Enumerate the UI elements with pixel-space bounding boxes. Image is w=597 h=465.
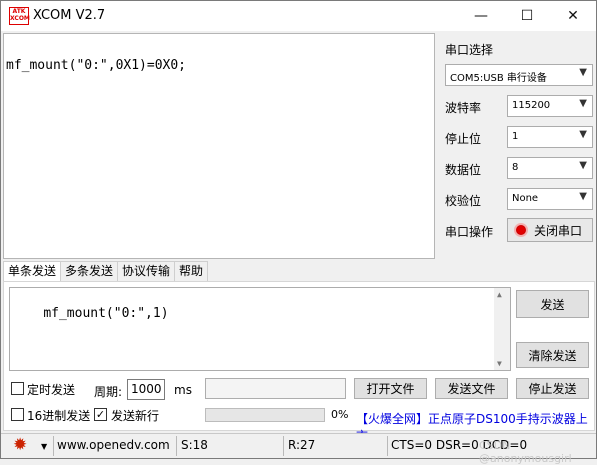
chevron-down-icon: ▼ [579, 67, 587, 78]
divider [283, 436, 284, 456]
stop-bits-label: 停止位 [445, 132, 482, 146]
maximize-button[interactable]: ☐ [504, 1, 550, 31]
send-button[interactable]: 发送 [516, 290, 589, 318]
send-progress-bar [205, 408, 325, 422]
divider [176, 436, 177, 456]
port-select[interactable]: COM5:USB 串行设备 ▼ [445, 64, 593, 86]
hex-send-label: 16进制发送 [27, 409, 91, 423]
newline-label: 发送新行 [111, 409, 160, 423]
port-select-value: COM5:USB 串行设备 [450, 73, 547, 84]
chevron-down-icon: ▼ [579, 98, 587, 109]
tab-single-send[interactable]: 单条发送 [3, 261, 62, 282]
newline-checkbox[interactable]: ✓ [94, 408, 107, 421]
port-op-label: 串口操作 [445, 225, 494, 239]
baud-label: 波特率 [445, 101, 482, 115]
received-count: R:27 [288, 438, 316, 452]
send-text: mf_mount("0:",1) [43, 306, 169, 321]
send-tabs: 单条发送 多条发送 协议传输 帮助 [3, 261, 209, 282]
clear-send-button[interactable]: 清除发送 [516, 342, 589, 368]
close-port-button[interactable]: 关闭串口 [507, 218, 593, 242]
chevron-down-icon: ▼ [579, 191, 587, 202]
sent-count: S:18 [181, 438, 208, 452]
watermark: CSDN @anonymousgirl [479, 439, 572, 465]
website-link[interactable]: www.openedv.com [57, 438, 170, 452]
stop-send-button[interactable]: 停止发送 [516, 378, 589, 399]
logo-text-bottom: XCOM [10, 15, 30, 22]
receive-area[interactable]: mf_mount("0:",0X1)=0X0; [3, 33, 435, 259]
period-unit: ms [174, 383, 192, 397]
period-label: 周期: [94, 385, 123, 399]
baud-select[interactable]: 115200 ▼ [507, 95, 593, 117]
parity-label: 校验位 [445, 194, 482, 208]
logo-text-top: ATK [12, 8, 26, 15]
port-status-icon [514, 223, 528, 237]
minimize-button[interactable]: — [458, 1, 504, 31]
data-bits-label: 数据位 [445, 163, 482, 177]
scroll-up-icon[interactable]: ▲ [497, 290, 502, 299]
send-file-button[interactable]: 发送文件 [435, 378, 508, 399]
title-bar: ATK XCOM XCOM V2.7 — ☐ ✕ [1, 1, 596, 31]
divider [53, 436, 54, 456]
parity-value: None [512, 193, 539, 204]
port-select-label: 串口选择 [445, 43, 494, 57]
window-title: XCOM V2.7 [33, 8, 106, 23]
chevron-down-icon: ▼ [579, 160, 587, 171]
xcom-window: ATK XCOM XCOM V2.7 — ☐ ✕ mf_mount("0:",0… [0, 0, 597, 465]
progress-text: 0% [331, 408, 349, 421]
stop-bits-value: 1 [512, 131, 519, 142]
data-bits-select[interactable]: 8 ▼ [507, 157, 593, 179]
close-window-button[interactable]: ✕ [550, 1, 596, 31]
baud-value: 115200 [512, 100, 551, 111]
gear-icon[interactable]: ✹ [13, 435, 27, 455]
hex-send-checkbox[interactable] [11, 408, 24, 421]
tab-protocol[interactable]: 协议传输 [117, 261, 176, 281]
checkmark-icon: ✓ [95, 408, 106, 421]
divider [387, 436, 388, 456]
timed-send-checkbox[interactable] [11, 382, 24, 395]
send-input[interactable]: mf_mount("0:",1) ▲ ▼ [9, 287, 511, 371]
app-logo-icon: ATK XCOM [9, 7, 30, 25]
open-file-button[interactable]: 打开文件 [354, 378, 427, 399]
file-path-field[interactable] [205, 378, 346, 399]
close-port-label: 关闭串口 [534, 223, 583, 238]
tab-help[interactable]: 帮助 [174, 261, 209, 281]
scroll-down-icon[interactable]: ▼ [497, 359, 502, 368]
period-input[interactable]: 1000 [127, 379, 165, 400]
tab-multi-send[interactable]: 多条发送 [60, 261, 119, 281]
send-scrollbar[interactable]: ▲ ▼ [494, 288, 510, 370]
parity-select[interactable]: None ▼ [507, 188, 593, 210]
stop-bits-select[interactable]: 1 ▼ [507, 126, 593, 148]
chevron-down-icon: ▼ [579, 129, 587, 140]
data-bits-value: 8 [512, 162, 519, 173]
timed-send-label: 定时发送 [27, 383, 76, 397]
dropdown-arrow-icon[interactable]: ▼ [41, 442, 47, 451]
